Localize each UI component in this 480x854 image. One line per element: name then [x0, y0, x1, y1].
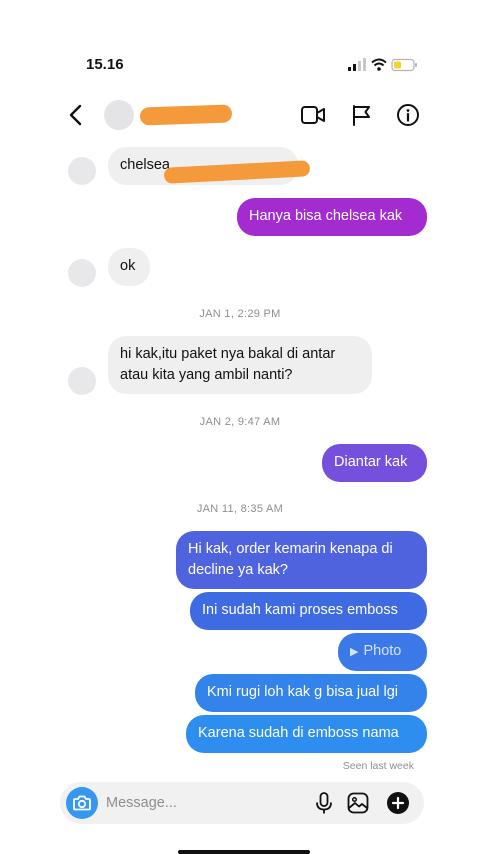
contact-avatar[interactable]	[104, 100, 134, 130]
seen-status: Seen last week	[342, 760, 414, 772]
message-text-line: hi kak,itu paket nya bakal di antar	[120, 346, 336, 362]
timestamp: JAN 2, 9:47 AM	[199, 416, 281, 428]
message-bubble-outgoing[interactable]: Ini sudah kami proses emboss	[190, 592, 427, 630]
timestamp: JAN 11, 8:35 AM	[196, 503, 284, 515]
camera-button[interactable]	[66, 787, 98, 819]
message-text-line: atau kita yang ambil nanti?	[120, 367, 293, 383]
sender-avatar	[68, 367, 96, 395]
message-text: Photo	[363, 643, 402, 659]
message-bubble-incoming[interactable]: ok	[108, 248, 150, 286]
photo-message[interactable]: ▶ Photo	[338, 633, 427, 671]
contact-name-redaction	[139, 104, 233, 126]
wifi-icon	[371, 58, 387, 71]
message-composer	[60, 782, 424, 824]
message-text: chelsea	[120, 157, 170, 173]
message-text: Diantar kak	[334, 454, 408, 470]
message-bubble-outgoing[interactable]: Diantar kak	[322, 444, 427, 482]
video-camera-icon[interactable]	[300, 103, 326, 127]
message-text-line: Hi kak, order kemarin kenapa di	[188, 541, 393, 557]
play-icon: ▶	[350, 646, 359, 658]
message-text: ok	[120, 258, 136, 274]
camera-icon	[73, 795, 91, 811]
gallery-icon[interactable]	[346, 791, 370, 815]
message-bubble-outgoing[interactable]: Karena sudah di emboss nama	[186, 715, 427, 753]
message-text: Karena sudah di emboss nama	[198, 725, 399, 741]
chevron-left-icon[interactable]	[66, 102, 86, 128]
message-text: Ini sudah kami proses emboss	[202, 602, 398, 618]
message-text: Hanya bisa chelsea kak	[249, 208, 403, 224]
chat-header	[0, 92, 480, 138]
sender-avatar	[68, 157, 96, 185]
sender-avatar	[68, 259, 96, 287]
instagram-dm-screen: 15.16 chelsea Hanya bisa chelsea kak ok …	[0, 0, 480, 854]
microphone-icon[interactable]	[312, 791, 336, 815]
battery-icon	[391, 58, 417, 72]
message-bubble-incoming[interactable]: hi kak,itu paket nya bakal di antar atau…	[108, 336, 372, 394]
message-input[interactable]	[106, 792, 286, 814]
cellular-signal-icon	[348, 58, 366, 71]
message-text: Kmi rugi loh kak g bisa jual lgi	[207, 684, 399, 700]
info-icon[interactable]	[395, 103, 421, 127]
message-bubble-outgoing[interactable]: Kmi rugi loh kak g bisa jual lgi	[195, 674, 427, 712]
add-circle-icon[interactable]	[386, 791, 410, 815]
timestamp: JAN 1, 2:29 PM	[199, 308, 281, 320]
flag-icon[interactable]	[349, 103, 375, 127]
message-bubble-outgoing[interactable]: Hanya bisa chelsea kak	[237, 198, 427, 236]
message-text-line: decline ya kak?	[188, 562, 288, 578]
message-bubble-outgoing[interactable]: Hi kak, order kemarin kenapa di decline …	[176, 531, 427, 589]
status-time: 15.16	[86, 56, 124, 73]
home-indicator	[178, 850, 310, 854]
status-icons	[348, 58, 417, 72]
